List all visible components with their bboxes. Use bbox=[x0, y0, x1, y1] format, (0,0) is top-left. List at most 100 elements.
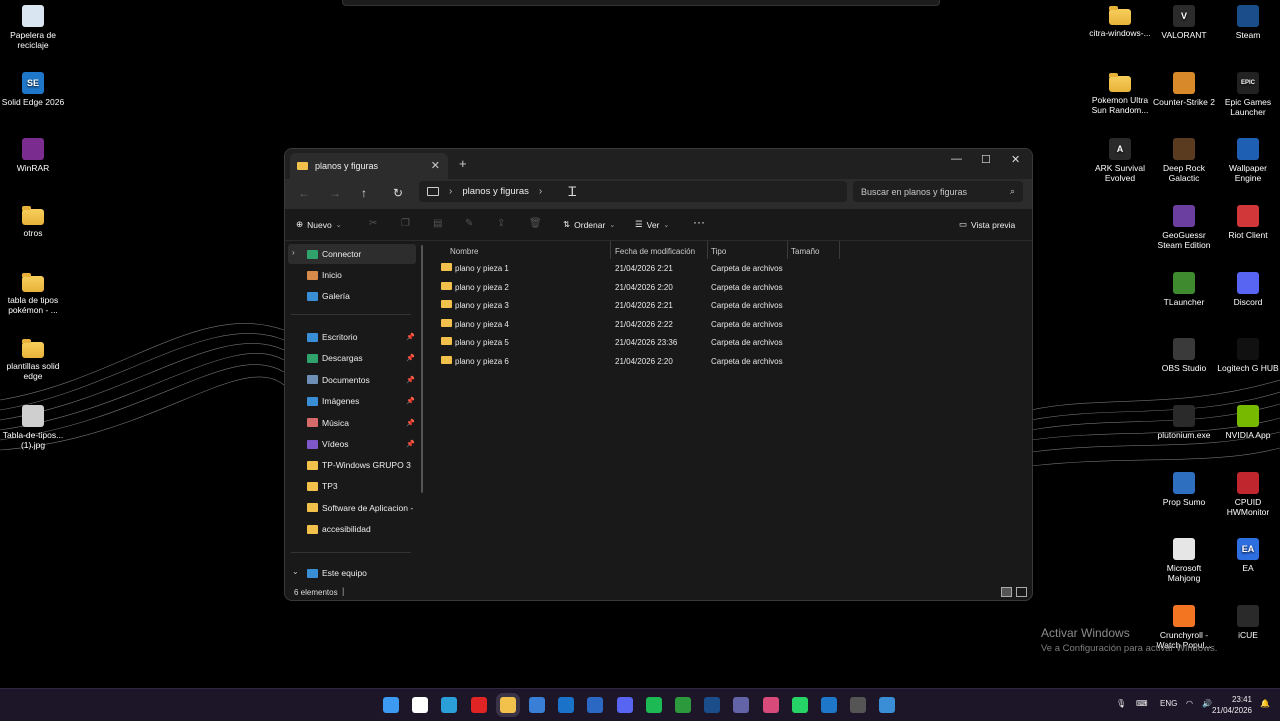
sidebar-item-pinned[interactable]: Imágenes 📌 bbox=[307, 391, 415, 411]
new-button[interactable]: ⊕ Nuevo ⌄ bbox=[296, 219, 342, 230]
paste-icon[interactable]: ▤ bbox=[433, 218, 442, 229]
sort-button[interactable]: ⇅ Ordenar ⌄ bbox=[563, 219, 615, 230]
address-bar[interactable]: › planos y figuras › Ꮖ bbox=[419, 181, 847, 202]
column-divider[interactable] bbox=[610, 241, 611, 259]
chevron-right-icon[interactable]: › bbox=[539, 186, 542, 197]
chevron-right-icon[interactable]: › bbox=[292, 248, 295, 257]
pin-icon[interactable]: 📌 bbox=[406, 397, 415, 405]
desktop-icon[interactable]: otros bbox=[0, 205, 66, 238]
copy-icon[interactable]: ❐ bbox=[401, 218, 410, 229]
desktop-icon[interactable]: WinRAR bbox=[0, 138, 66, 173]
more-options-icon[interactable]: ··· bbox=[693, 215, 705, 229]
details-view-button[interactable] bbox=[1001, 587, 1012, 597]
close-tab-icon[interactable]: ✕ bbox=[431, 159, 440, 172]
title-bar[interactable]: planos y figuras ✕ + — ☐ ✕ bbox=[285, 149, 1032, 179]
steam-icon[interactable] bbox=[704, 697, 721, 713]
column-header-type[interactable]: Tipo bbox=[711, 247, 726, 256]
desktop-icon[interactable]: Logitech G HUB bbox=[1215, 338, 1280, 373]
desktop-icon[interactable]: Papelera de reciclaje bbox=[0, 5, 66, 50]
sidebar-item-pinned[interactable]: Descargas 📌 bbox=[307, 348, 415, 368]
table-row[interactable]: plano y pieza 4 21/04/2026 2:22 Carpeta de… bbox=[441, 316, 841, 334]
column-header-name[interactable]: Nombre bbox=[450, 247, 478, 256]
discord-icon[interactable] bbox=[616, 697, 633, 713]
search-input[interactable]: Buscar en planos y figuras ⌕ bbox=[853, 181, 1023, 202]
desktop-icon[interactable]: Steam bbox=[1215, 5, 1280, 40]
pin-icon[interactable]: 📌 bbox=[406, 354, 415, 362]
pin-icon[interactable]: 📌 bbox=[406, 419, 415, 427]
edge-icon[interactable] bbox=[441, 697, 458, 713]
desktop-icon[interactable]: EA EA bbox=[1215, 538, 1280, 573]
cut-icon[interactable]: ✂ bbox=[369, 218, 377, 229]
youtube-icon[interactable] bbox=[470, 697, 487, 713]
maximize-button[interactable]: ☐ bbox=[981, 153, 991, 166]
pin-icon[interactable]: 📌 bbox=[406, 333, 415, 341]
column-header-size[interactable]: Tamaño bbox=[791, 247, 819, 256]
delete-icon[interactable]: 🗑 bbox=[529, 218, 542, 229]
desktop-icon[interactable]: Tabla-de-tipos... (1).jpg bbox=[0, 405, 66, 450]
sidebar-item-connector[interactable]: Connector bbox=[307, 244, 415, 264]
table-row[interactable]: plano y pieza 3 21/04/2026 2:21 Carpeta de… bbox=[441, 297, 841, 315]
desktop-icon[interactable]: OBS Studio bbox=[1151, 338, 1217, 373]
desktop-icon[interactable]: Microsoft Mahjong bbox=[1151, 538, 1217, 583]
scrollbar[interactable] bbox=[421, 245, 423, 493]
sidebar-item-pinned[interactable]: Música 📌 bbox=[307, 413, 415, 433]
sidebar-item-folder[interactable]: Software de Aplicacion - EJ bbox=[307, 498, 415, 518]
keyboard-icon[interactable]: ⌨ bbox=[1136, 699, 1148, 708]
close-window-button[interactable]: ✕ bbox=[1011, 153, 1020, 166]
back-button[interactable]: ← bbox=[298, 186, 310, 200]
notification-icon[interactable]: 🔔 bbox=[1260, 699, 1270, 708]
file-list[interactable]: Nombre Fecha de modificación Tipo Tamaño… bbox=[428, 241, 1032, 585]
desktop-icon[interactable]: CPUID HWMonitor bbox=[1215, 472, 1280, 517]
desktop-icon[interactable]: A ARK Survival Evolved bbox=[1087, 138, 1153, 183]
desktop-icon[interactable]: NVIDIA App bbox=[1215, 405, 1280, 440]
file-explorer-icon[interactable] bbox=[499, 697, 516, 713]
desktop-icon[interactable]: EPIC Epic Games Launcher bbox=[1215, 72, 1280, 117]
language-indicator[interactable]: ENG bbox=[1160, 699, 1177, 708]
desktop-icon[interactable]: plutonium.exe bbox=[1151, 405, 1217, 440]
up-button[interactable]: ↑ bbox=[361, 186, 367, 200]
desktop-icon[interactable]: plantillas solid edge bbox=[0, 338, 66, 381]
xbox-icon[interactable] bbox=[675, 697, 691, 713]
desktop-icon[interactable]: GeoGuessr Steam Edition bbox=[1151, 205, 1217, 250]
whatsapp-icon[interactable] bbox=[791, 697, 808, 713]
pin-icon[interactable]: 📌 bbox=[406, 376, 415, 384]
new-tab-button[interactable]: + bbox=[459, 156, 467, 171]
desktop-icon[interactable]: Discord bbox=[1215, 272, 1280, 307]
desktop-icon[interactable]: Prop Sumo bbox=[1151, 472, 1217, 507]
table-row[interactable]: plano y pieza 2 21/04/2026 2:20 Carpeta de… bbox=[441, 279, 841, 297]
refresh-button[interactable]: ↻ bbox=[393, 186, 403, 200]
pin-icon[interactable]: 📌 bbox=[406, 440, 415, 448]
sidebar-item-folder[interactable]: TP3 bbox=[307, 476, 415, 496]
desktop-icon[interactable]: Counter-Strike 2 bbox=[1151, 72, 1217, 107]
share-icon[interactable]: ⇪ bbox=[497, 218, 505, 229]
sidebar-item-folder[interactable]: TP-Windows GRUPO 3 bbox=[307, 455, 415, 475]
tiles-view-button[interactable] bbox=[1016, 587, 1027, 597]
forward-button[interactable]: → bbox=[329, 186, 341, 200]
desktop-icon[interactable]: V VALORANT bbox=[1151, 5, 1217, 40]
table-row[interactable]: plano y pieza 5 21/04/2026 23:36 Carpeta d… bbox=[441, 334, 841, 352]
sidebar-item-gallery[interactable]: Galería bbox=[307, 286, 415, 306]
solid-edge-icon[interactable] bbox=[821, 697, 837, 713]
tab-planos-y-figuras[interactable]: planos y figuras ✕ bbox=[290, 153, 448, 179]
start-icon[interactable] bbox=[383, 697, 399, 713]
rename-icon[interactable]: ✎ bbox=[465, 218, 473, 229]
store-icon[interactable] bbox=[529, 697, 545, 713]
desktop-icon[interactable]: Deep Rock Galactic bbox=[1151, 138, 1217, 183]
desktop-icon[interactable]: Riot Client bbox=[1215, 205, 1280, 240]
preview-pane-button[interactable]: ▭ Vista previa bbox=[959, 219, 1015, 230]
microphone-icon[interactable]: 🎙 bbox=[1116, 699, 1126, 708]
table-row[interactable]: plano y pieza 6 21/04/2026 2:20 Carpeta de… bbox=[441, 353, 841, 371]
column-header-modified[interactable]: Fecha de modificación bbox=[615, 247, 695, 256]
sidebar-item-pinned[interactable]: Vídeos 📌 bbox=[307, 434, 415, 454]
sidebar-item-this-pc[interactable]: Este equipo bbox=[307, 563, 415, 583]
desktop-icon[interactable]: Wallpaper Engine bbox=[1215, 138, 1280, 183]
column-divider[interactable] bbox=[839, 241, 840, 259]
desktop-icon[interactable]: tabla de tipos pokémon - ... bbox=[0, 272, 66, 315]
table-row[interactable]: plano y pieza 1 21/04/2026 2:21 Carpeta de… bbox=[441, 260, 841, 278]
navigation-pane[interactable]: › Connector Inicio Galería Escritorio 📌 De… bbox=[285, 241, 427, 585]
desktop-icon[interactable]: iCUE bbox=[1215, 605, 1280, 640]
teams-icon[interactable] bbox=[733, 697, 750, 713]
column-divider[interactable] bbox=[707, 241, 708, 259]
search-icon[interactable] bbox=[412, 697, 429, 713]
desktop-icon[interactable]: TLauncher bbox=[1151, 272, 1217, 307]
